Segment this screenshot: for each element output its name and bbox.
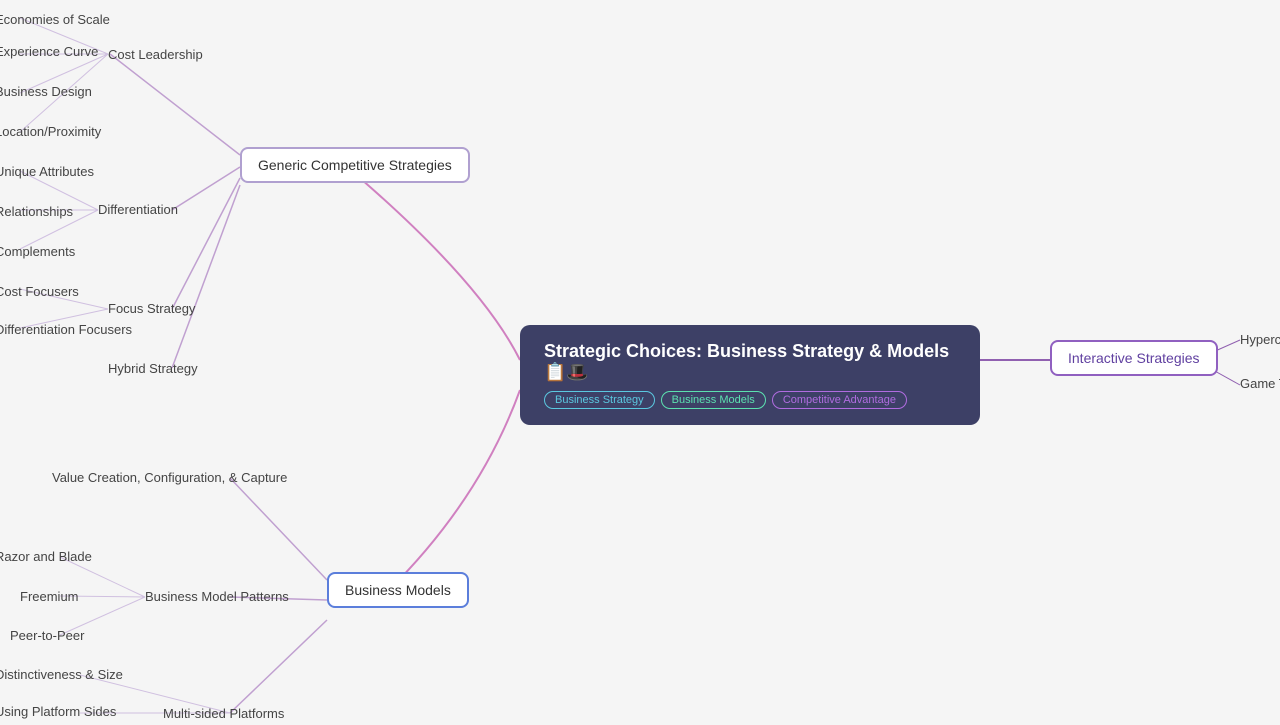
central-title: Strategic Choices: Business Strategy & M… (544, 341, 956, 383)
interactive-strategies-node[interactable]: Interactive Strategies (1050, 340, 1218, 376)
business-design-node[interactable]: Business Design (0, 80, 92, 103)
unique-attributes-node[interactable]: Unique Attributes (0, 160, 94, 183)
multi-sided-platforms-node[interactable]: Multi-sided Platforms (163, 702, 284, 725)
complements-node[interactable]: Complements (0, 240, 75, 263)
differentiation-node[interactable]: Differentiation (98, 198, 178, 221)
hypercompetition-node[interactable]: Hyperco... (1240, 328, 1280, 351)
experience-curve-node[interactable]: Experience Curve (0, 40, 98, 63)
location-proximity-node[interactable]: Location/Proximity (0, 120, 101, 143)
differentiation-focusers-node[interactable]: Differentiation Focusers (0, 318, 132, 341)
business-model-patterns-node[interactable]: Business Model Patterns (145, 585, 289, 608)
distinctiveness-node[interactable]: Distinctiveness & Size (0, 663, 123, 686)
economies-of-scale-node[interactable]: Economies of Scale (0, 8, 110, 31)
relationships-node[interactable]: Relationships (0, 200, 73, 223)
generic-competitive-strategies-label: Generic Competitive Strategies (258, 157, 452, 173)
tag-business-models: Business Models (661, 391, 766, 409)
business-models-node[interactable]: Business Models (327, 572, 469, 608)
central-node[interactable]: Strategic Choices: Business Strategy & M… (520, 325, 980, 425)
razor-blade-node[interactable]: Razor and Blade (0, 545, 92, 568)
interactive-strategies-label: Interactive Strategies (1068, 350, 1200, 366)
hybrid-strategy-node[interactable]: Hybrid Strategy (108, 357, 198, 380)
tag-business-strategy: Business Strategy (544, 391, 655, 409)
freemium-node[interactable]: Freemium (20, 585, 79, 608)
cost-leadership-node[interactable]: Cost Leadership (108, 43, 203, 66)
peer-to-peer-node[interactable]: Peer-to-Peer (10, 624, 84, 647)
tag-competitive-advantage: Competitive Advantage (772, 391, 907, 409)
central-tags: Business Strategy Business Models Compet… (544, 391, 956, 409)
cost-focusers-node[interactable]: Cost Focusers (0, 280, 79, 303)
focus-strategy-node[interactable]: Focus Strategy (108, 297, 195, 320)
value-creation-node[interactable]: Value Creation, Configuration, & Capture (52, 466, 287, 489)
game-theory-node[interactable]: Game T... (1240, 372, 1280, 395)
generic-competitive-strategies-node[interactable]: Generic Competitive Strategies (240, 147, 470, 183)
business-models-label: Business Models (345, 582, 451, 598)
